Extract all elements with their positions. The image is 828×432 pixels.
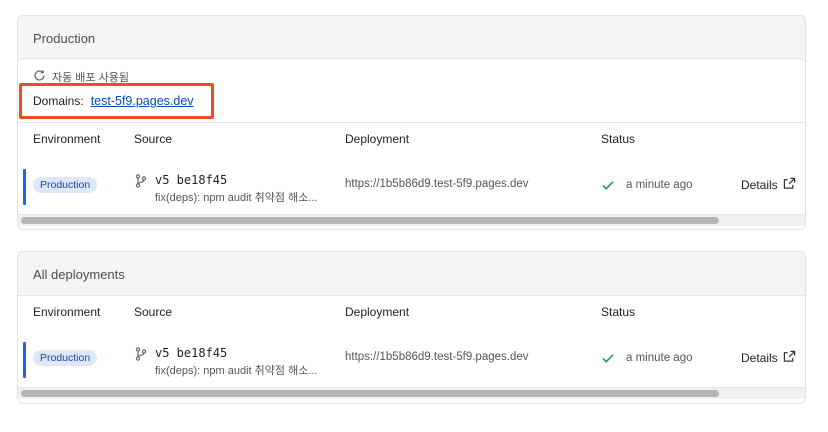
active-indicator: [23, 342, 26, 378]
active-indicator: [23, 169, 26, 205]
header-environment: Environment: [33, 132, 101, 146]
all-deployments-card: All deployments Environment Source Deplo…: [17, 251, 806, 404]
git-branch-icon: [135, 347, 147, 366]
status-time: a minute ago: [626, 352, 693, 364]
production-title: Production: [33, 31, 96, 46]
header-status: Status: [601, 132, 636, 146]
header-source: Source: [134, 305, 173, 319]
header-environment: Environment: [33, 305, 101, 319]
header-deployment: Deployment: [345, 132, 410, 146]
horizontal-scrollbar[interactable]: [18, 387, 805, 399]
scrollbar-thumb[interactable]: [21, 390, 719, 397]
details-label: Details: [741, 351, 778, 365]
details-label: Details: [741, 178, 778, 192]
header-deployment: Deployment: [345, 305, 410, 319]
commit-message: fix(deps): npm audit 취약점 해소...: [155, 365, 318, 377]
deployment-url[interactable]: https://1b5b86d9.test-5f9.pages.dev: [345, 351, 529, 363]
header-status: Status: [601, 305, 636, 319]
check-icon: [601, 351, 615, 370]
all-deployments-title: All deployments: [33, 267, 125, 282]
table-row[interactable]: Production v5 be18f45 fix(deps): npm aud…: [18, 157, 805, 214]
production-card: Production 자동 배포 사용됨 Domains: test-5f9.p…: [17, 15, 806, 230]
table-header: Environment Source Deployment Status: [18, 122, 805, 158]
all-deployments-panel: Environment Source Deployment Status Pro…: [18, 295, 805, 403]
environment-badge: Production: [33, 177, 98, 193]
production-panel: 자동 배포 사용됨 Domains: test-5f9.pages.dev En…: [18, 58, 805, 229]
check-icon: [601, 178, 615, 197]
details-link[interactable]: Details: [741, 350, 796, 366]
table-row[interactable]: Production v5 be18f45 fix(deps): npm aud…: [18, 330, 805, 387]
horizontal-scrollbar[interactable]: [18, 214, 805, 226]
environment-badge: Production: [33, 350, 98, 366]
external-link-icon: [783, 177, 796, 193]
deployment-url[interactable]: https://1b5b86d9.test-5f9.pages.dev: [345, 178, 529, 190]
commit-version[interactable]: v5 be18f45: [155, 346, 227, 360]
details-link[interactable]: Details: [741, 177, 796, 193]
commit-message: fix(deps): npm audit 취약점 해소...: [155, 192, 318, 204]
highlight-annotation: [19, 83, 214, 119]
scrollbar-thumb[interactable]: [21, 217, 719, 224]
git-branch-icon: [135, 174, 147, 193]
table-header: Environment Source Deployment Status: [18, 295, 805, 331]
header-source: Source: [134, 132, 173, 146]
external-link-icon: [783, 350, 796, 366]
commit-version[interactable]: v5 be18f45: [155, 173, 227, 187]
status-time: a minute ago: [626, 179, 693, 191]
